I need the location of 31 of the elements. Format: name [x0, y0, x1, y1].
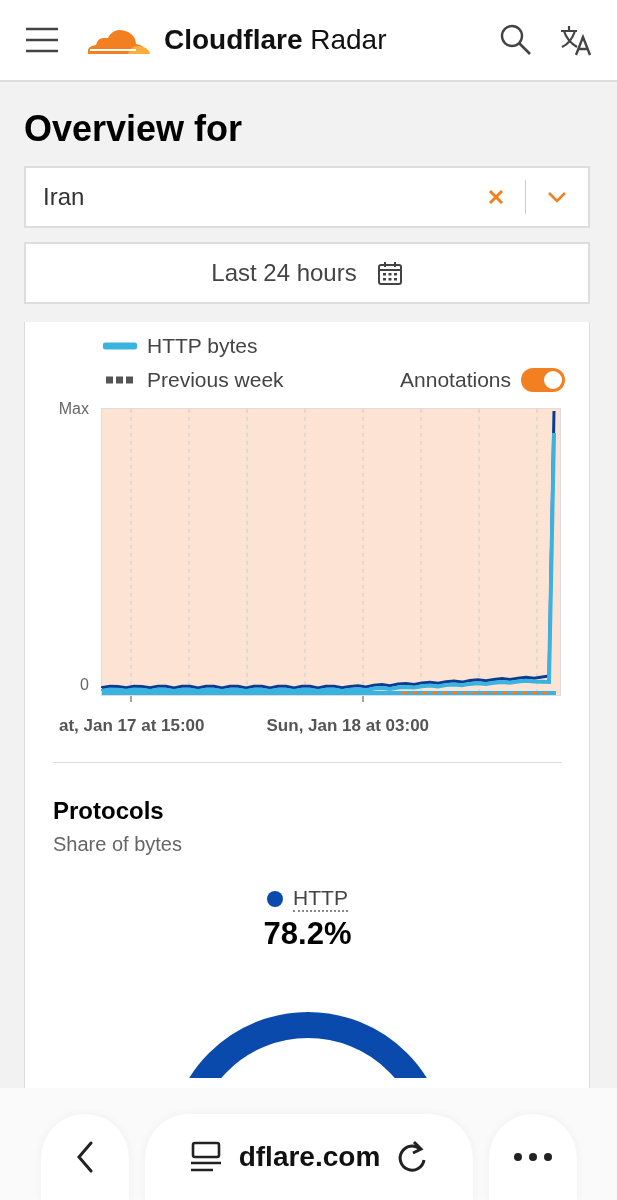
section-subtitle: Share of bytes	[53, 833, 183, 856]
section-title: Protocols	[53, 797, 165, 825]
axis-label: at, Jan 17 at 15:00	[59, 716, 205, 736]
chevron-down-icon[interactable]	[546, 189, 568, 205]
annotations-toggle[interactable]	[521, 368, 565, 392]
more-button[interactable]	[488, 1114, 577, 1200]
translate-icon[interactable]	[559, 23, 593, 57]
page-title: Overview for	[24, 108, 244, 150]
axis-label: Sun, Jan 18 at 03:00	[266, 716, 430, 736]
axis-label: Max	[58, 400, 89, 418]
location-select[interactable]: Iran	[24, 166, 590, 228]
axis-tick	[130, 695, 132, 702]
clear-icon[interactable]	[487, 188, 505, 206]
axis-tick	[362, 695, 364, 702]
toggle-label: Annotations	[400, 368, 511, 392]
legend-label: Previous week	[147, 368, 284, 392]
legend-label: HTTP bytes	[147, 334, 258, 358]
percentage-value: 78.2%	[262, 916, 353, 952]
url-text: dflare.com	[238, 1141, 381, 1173]
address-bar[interactable]: dflare.com	[144, 1114, 473, 1200]
search-icon[interactable]	[499, 23, 533, 57]
app-title: Cloudflare Radar	[164, 24, 387, 56]
menu-icon[interactable]	[24, 25, 60, 55]
legend-label[interactable]: HTTP	[293, 886, 348, 912]
select-value: Iran	[43, 183, 86, 211]
date-range-button[interactable]: Last 24 hours	[24, 242, 590, 304]
more-icon	[512, 1152, 553, 1162]
axis-label: 0	[80, 676, 89, 694]
back-icon	[74, 1141, 95, 1173]
reader-icon[interactable]	[188, 1141, 223, 1173]
calendar-icon	[376, 260, 403, 286]
